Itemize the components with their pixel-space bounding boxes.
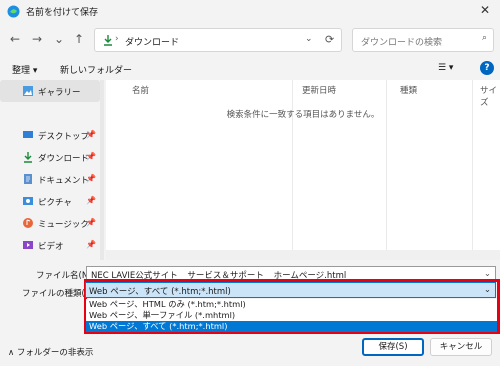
filetype-value: Web ページ、すべて (*.htm;*.html)	[89, 287, 231, 297]
desktop-icon	[23, 131, 33, 138]
cancel-button[interactable]: キャンセル	[430, 338, 492, 356]
organize-button[interactable]: 整理 ▾	[12, 63, 37, 76]
download-icon	[104, 35, 112, 46]
gallery-icon	[23, 86, 33, 96]
column-divider	[386, 80, 387, 260]
sidebar-item-label: ミュージック	[38, 220, 89, 230]
sidebar-item-label: ドキュメント	[38, 176, 90, 186]
pin-icon: 📌	[86, 196, 96, 205]
sidebar-item-videos[interactable]: ビデオ 📌	[0, 234, 100, 256]
search-box[interactable]: ダウンロードの検索 ⌕	[352, 28, 494, 52]
filetype-select[interactable]: Web ページ、すべて (*.htm;*.html) ⌄	[85, 282, 496, 298]
pin-icon: 📌	[86, 174, 96, 183]
chevron-down-icon[interactable]: ⌄	[484, 269, 491, 279]
file-list: 名前 更新日時 種類 サイズ 検索条件に一致する項目はありません。	[106, 80, 500, 260]
column-header-type[interactable]: 種類	[400, 84, 417, 96]
sidebar-item-label: ピクチャ	[38, 198, 72, 208]
pin-icon: 📌	[86, 152, 96, 161]
sidebar-item-label: デスクトップ	[38, 132, 90, 142]
up-icon[interactable]: ↑	[74, 32, 84, 46]
music-icon	[23, 218, 33, 228]
window-title: 名前を付けて保存	[26, 8, 99, 18]
pin-icon: 📌	[86, 240, 96, 249]
filetype-option-html-only[interactable]: Web ページ、HTML のみ (*.htm;*.html)	[86, 299, 497, 310]
sidebar-item-desktop[interactable]: デスクトップ 📌	[0, 124, 100, 146]
column-divider	[472, 80, 473, 260]
command-bar: 整理 ▾ 新しいフォルダー ☰ ▾ ?	[0, 58, 500, 80]
help-icon[interactable]: ?	[480, 61, 494, 75]
sidebar-item-label: ダウンロード	[38, 154, 90, 164]
filetype-option-complete[interactable]: Web ページ、すべて (*.htm;*.html)	[86, 321, 497, 332]
filetype-option-mhtml[interactable]: Web ページ、単一ファイル (*.mhtml)	[86, 310, 497, 321]
column-header-size[interactable]: サイズ	[480, 84, 500, 108]
video-icon	[23, 241, 33, 249]
sidebar-item-downloads[interactable]: ダウンロード 📌	[0, 146, 100, 168]
search-input[interactable]: ダウンロードの検索	[361, 35, 442, 48]
horizontal-scrollbar[interactable]	[106, 250, 500, 260]
refresh-icon[interactable]: ⟳	[325, 33, 334, 46]
empty-message: 検索条件に一致する項目はありません。	[226, 110, 380, 120]
close-icon[interactable]: ✕	[480, 3, 490, 17]
filetype-dropdown: Web ページ、HTML のみ (*.htm;*.html) Web ページ、単…	[86, 299, 497, 332]
title-bar: 名前を付けて保存 ✕	[0, 0, 500, 22]
sidebar-item-documents[interactable]: ドキュメント 📌	[0, 168, 100, 190]
save-button[interactable]: 保存(S)	[362, 338, 424, 356]
navigation-bar: ← → ⌄ ↑ › ダウンロード ⌄ ⟳ ダウンロードの検索 ⌕	[0, 26, 500, 56]
chevron-down-icon[interactable]: ⌄	[305, 34, 313, 44]
column-header-modified[interactable]: 更新日時	[302, 84, 336, 96]
download-icon	[24, 152, 32, 163]
breadcrumb-downloads[interactable]: ダウンロード	[125, 35, 179, 48]
new-folder-button[interactable]: 新しいフォルダー	[60, 63, 132, 76]
sidebar-item-gallery[interactable]: ギャラリー	[0, 80, 100, 102]
sidebar-scrollbar[interactable]	[100, 80, 104, 260]
pin-icon: 📌	[86, 218, 96, 227]
breadcrumb-separator: ›	[115, 34, 119, 44]
address-bar[interactable]: › ダウンロード ⌄ ⟳	[94, 28, 342, 52]
document-icon	[24, 174, 32, 184]
sidebar-item-music[interactable]: ミュージック 📌	[0, 212, 100, 234]
sidebar-item-pictures[interactable]: ピクチャ 📌	[0, 190, 100, 212]
picture-icon	[23, 197, 33, 205]
forward-icon[interactable]: →	[32, 32, 42, 46]
view-menu-button[interactable]: ☰ ▾	[438, 63, 453, 73]
column-header-name[interactable]: 名前	[132, 84, 149, 96]
sidebar-item-label: ビデオ	[38, 242, 64, 252]
chevron-down-icon[interactable]: ⌄	[484, 285, 491, 295]
navigation-pane: ギャラリー デスクトップ 📌 ダウンロード 📌 ドキュメント 📌 ピクチャ 📌 …	[0, 80, 104, 260]
hide-folders-toggle[interactable]: ∧ フォルダーの非表示	[8, 346, 93, 358]
sidebar-item-label: ギャラリー	[38, 88, 81, 98]
back-icon[interactable]: ←	[10, 32, 20, 46]
pin-icon: 📌	[86, 130, 96, 139]
edge-icon	[7, 5, 20, 18]
recent-chevron-icon[interactable]: ⌄	[54, 32, 64, 46]
search-icon: ⌕	[481, 33, 487, 43]
column-divider	[292, 80, 293, 260]
